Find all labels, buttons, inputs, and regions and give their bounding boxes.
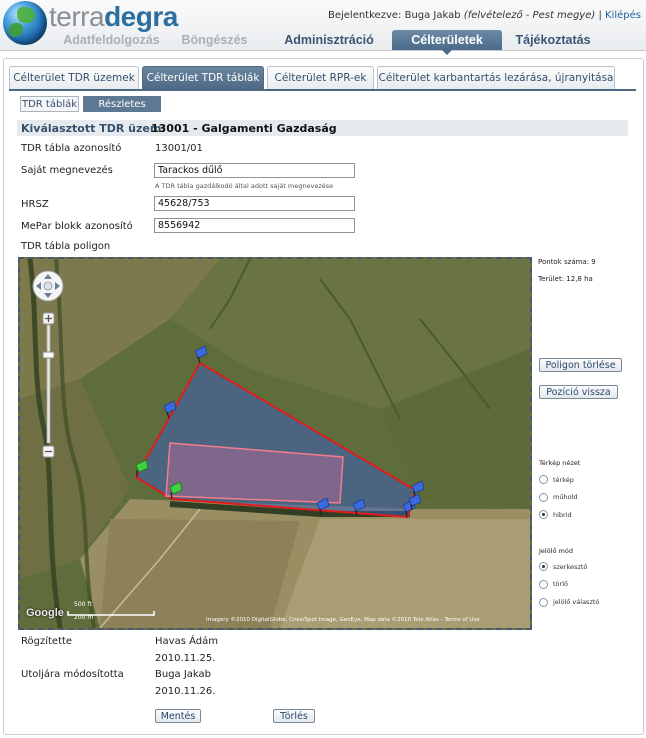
recorded-by: Havas Ádám: [155, 636, 218, 647]
map-field: [100, 519, 300, 628]
tab-tdr-tablak[interactable]: Célterület TDR táblák: [142, 66, 264, 89]
tab-karbantartas[interactable]: Célterület karbantartás lezárása, újrany…: [377, 66, 615, 89]
nav-tajekoztatas[interactable]: Tájékoztatás: [506, 30, 600, 50]
delete-button[interactable]: Törlés: [273, 709, 315, 723]
radio-label-muhold: műhold: [553, 493, 578, 501]
map-view-title: Térkép nézet: [539, 459, 581, 467]
radio-map-view-terkep[interactable]: [539, 475, 548, 484]
radio-map-view-hibrid[interactable]: [539, 510, 548, 519]
brand-logo-part1: terra: [49, 1, 105, 32]
field-label-polygon: TDR tábla poligon: [21, 241, 111, 252]
nav-celteruletek[interactable]: Célterületek: [392, 30, 502, 55]
modified-label: Utoljára módosította: [21, 669, 124, 680]
radio-marker-jelolo-valaszto[interactable]: [539, 598, 548, 607]
modified-by: Buga Jakab: [155, 669, 212, 680]
user-bar-separator: |: [598, 10, 602, 21]
area-value: Terület: 12,8 ha: [538, 275, 593, 283]
map-scale-bottom: 200 m: [74, 614, 94, 621]
radio-label-torlo: törlő: [553, 580, 568, 588]
save-button[interactable]: Mentés: [155, 709, 201, 723]
map-canvas[interactable]: [20, 259, 530, 628]
field-label-id: TDR tábla azonosító: [21, 143, 122, 154]
recorded-label: Rögzítette: [21, 636, 73, 647]
reset-position-button[interactable]: Pozíció vissza: [539, 385, 618, 399]
name-hint: A TDR tábla gazdálkodó által adott saját…: [155, 182, 334, 190]
map-field: [280, 519, 530, 628]
user-name: Buga Jakab: [404, 10, 461, 21]
tab-tdr-uzemek[interactable]: Célterület TDR üzemek: [9, 66, 139, 89]
user-bar: Bejelentkezve: Buga Jakab (felvételező -…: [328, 10, 641, 21]
radio-label-hibrid: hibrid: [553, 511, 572, 519]
logged-in-prefix: Bejelentkezve:: [327, 10, 402, 21]
brand-logo-part2: degra: [104, 1, 178, 32]
logout-link[interactable]: Kilépés: [605, 10, 641, 21]
subtab-tdr-tablak[interactable]: TDR táblák: [20, 96, 79, 112]
selected-farm-label: Kiválasztott TDR üzem:: [21, 122, 166, 135]
radio-map-view-muhold[interactable]: [539, 493, 548, 502]
radio-marker-torlo[interactable]: [539, 580, 548, 589]
map-attribution[interactable]: Imagery ©2010 DigitalGlobe, Cnes/Spot Im…: [206, 617, 480, 623]
field-label-mepar: MePar blokk azonosító: [21, 221, 133, 232]
user-role: (felvételező - Pest megye): [463, 10, 596, 21]
nav-adminisztracio[interactable]: Adminisztráció: [274, 30, 384, 50]
marker-mode-title: Jelölő mód: [539, 547, 573, 555]
field-label-name: Saját megnevezés: [21, 165, 113, 176]
radio-label-szerkeszto: szerkesztő: [553, 563, 588, 571]
recorded-date: 2010.11.25.: [155, 653, 216, 664]
hrsz-input[interactable]: [154, 196, 355, 211]
selected-farm-value: 13001 - Galgamenti Gazdaság: [151, 122, 337, 135]
radio-label-terkep: térkép: [553, 476, 574, 484]
radio-marker-szerkeszto[interactable]: [539, 562, 548, 571]
mepar-input[interactable]: [154, 218, 355, 233]
field-label-hrsz: HRSZ: [21, 199, 49, 210]
field-value-id: 13001/01: [155, 143, 203, 154]
tab-underline: [9, 89, 636, 91]
name-input[interactable]: [154, 163, 355, 178]
subtab-reszletes-nezet[interactable]: Részletes nézet: [83, 96, 161, 126]
map-scale-top: 500 ft: [74, 601, 92, 608]
map-pan-control[interactable]: [32, 270, 64, 302]
modified-date: 2010.11.26.: [155, 686, 216, 697]
globe-logo-icon: [3, 1, 47, 45]
radio-label-jelolo-valaszto: jelölő választó: [553, 598, 600, 606]
google-logo[interactable]: Google: [26, 607, 64, 619]
delete-polygon-button[interactable]: Poligon törlése: [539, 358, 622, 372]
nav-bongeszes[interactable]: Böngészés: [172, 30, 257, 50]
points-count: Pontok száma: 9: [538, 258, 596, 266]
nav-adatfeldolgozas[interactable]: Adatfeldolgozás: [55, 30, 168, 50]
satellite-map[interactable]: Google 500 ft 200 m Imagery ©2010 Digita…: [18, 257, 532, 630]
brand-logo[interactable]: terradegra: [49, 0, 178, 34]
tab-rpr-ek[interactable]: Célterület RPR-ek: [267, 66, 374, 89]
